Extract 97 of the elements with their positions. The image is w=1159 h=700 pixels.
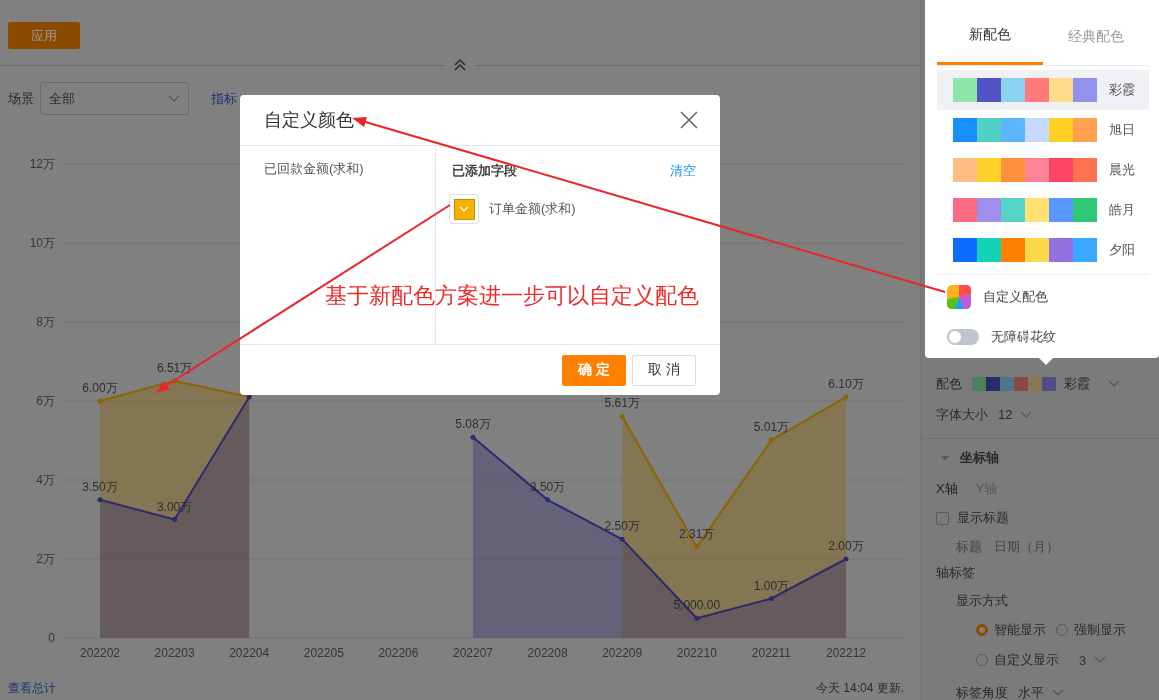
cancel-button[interactable]: 取 消 — [632, 354, 696, 386]
added-field-label: 订单金额(求和) — [489, 200, 576, 218]
data-label: 6.10万 — [828, 377, 864, 392]
palette-option[interactable]: 晨光 — [937, 150, 1149, 190]
confirm-button[interactable]: 确 定 — [562, 354, 626, 386]
x-tick-label: 202205 — [303, 646, 344, 660]
data-label: 2.50万 — [604, 519, 640, 534]
data-point — [843, 394, 849, 400]
palette-option[interactable]: 皓月 — [937, 190, 1149, 230]
close-icon[interactable] — [680, 111, 698, 129]
count-select[interactable]: 3 — [1079, 652, 1107, 668]
section-title: 坐标轴 — [960, 449, 999, 467]
y-tick-label: 2万 — [36, 552, 55, 566]
y-tick-label: 0 — [48, 631, 55, 645]
palette-name: 旭日 — [1109, 121, 1135, 139]
axis-tab[interactable]: X轴 — [936, 480, 958, 498]
scene-select[interactable]: 全部 — [40, 82, 189, 115]
data-point — [694, 544, 700, 550]
checkbox[interactable] — [936, 511, 949, 525]
data-point — [619, 536, 625, 542]
y-tick-label: 6万 — [36, 394, 55, 408]
data-point — [545, 497, 551, 503]
dialog-title: 自定义颜色 — [264, 109, 354, 132]
palette-name: 夕阳 — [1109, 241, 1135, 259]
chevron-down-icon — [168, 94, 180, 103]
palette-name: 晨光 — [1109, 161, 1135, 179]
caret-icon[interactable] — [940, 454, 950, 462]
font-size-label: 字体大小 — [936, 405, 988, 424]
font-size-select[interactable]: 12 — [998, 407, 1033, 422]
data-label: 2.00万 — [828, 539, 864, 553]
label-angle-select[interactable]: 水平 — [1018, 683, 1064, 700]
x-tick-label: 202212 — [826, 646, 866, 660]
update-time: 今天 14:04 更新. — [815, 680, 904, 697]
data-point — [172, 378, 178, 384]
chevron-down-icon — [1052, 688, 1064, 697]
view-total-link[interactable]: 查看总计 — [8, 680, 56, 700]
chevron-down-icon — [1020, 410, 1033, 419]
data-label: 1.00万 — [753, 578, 790, 593]
radio-label: 自定义显示 — [994, 651, 1059, 669]
label-angle-label: 标签角度 — [956, 683, 1008, 700]
palette-option[interactable]: 夕阳 — [937, 230, 1149, 270]
data-label: 3.50万 — [82, 479, 118, 494]
x-tick-label: 202203 — [154, 646, 195, 660]
clear-link[interactable]: 清空 — [670, 162, 696, 180]
palette-name: 彩霞 — [1109, 81, 1135, 99]
x-tick-label: 202207 — [453, 646, 493, 660]
axis-labels-title: 轴标签 — [936, 564, 976, 582]
palette-select[interactable]: 彩霞 — [972, 374, 1120, 393]
checkbox-label: 显示标题 — [957, 509, 1009, 527]
radio-button[interactable] — [976, 624, 988, 636]
custom-scheme-option[interactable]: 自定义配色 — [983, 288, 1048, 306]
data-label: 5.08万 — [455, 417, 491, 432]
toggle-label: 无障碍花纹 — [991, 328, 1056, 346]
color-wheel-icon[interactable] — [947, 285, 971, 309]
palette-option[interactable]: 旭日 — [937, 110, 1149, 150]
data-point — [619, 413, 625, 419]
chevron-down-icon — [1108, 379, 1120, 388]
radio-label: 智能显示 — [994, 621, 1046, 639]
y-tick-label: 8万 — [36, 315, 55, 329]
data-point — [97, 398, 103, 404]
palette-label: 配色 — [936, 374, 962, 393]
data-label: 6.00万 — [82, 381, 118, 395]
metric-link[interactable]: 指标 — [211, 89, 237, 108]
data-point — [97, 497, 103, 503]
display-mode-label: 显示方式 — [955, 592, 1009, 610]
palette-name: 皓月 — [1109, 201, 1135, 219]
scheme-tab[interactable]: 新配色 — [937, 0, 1043, 65]
toggle-switch[interactable] — [947, 329, 979, 345]
palette-option[interactable]: 彩霞 — [937, 70, 1149, 110]
scene-label: 场景 — [8, 89, 34, 108]
data-label: 3.00万 — [156, 499, 193, 514]
data-label: 6.51万 — [156, 360, 193, 375]
data-point — [843, 556, 849, 562]
data-point — [768, 437, 774, 443]
field-item[interactable]: 已回款金额(求和) — [264, 161, 364, 176]
annotation-text: 基于新配色方案进一步可以自定义配色 — [325, 282, 699, 310]
y-tick-label: 12万 — [29, 157, 55, 171]
data-point — [768, 596, 774, 601]
x-tick-label: 202202 — [80, 646, 120, 660]
apply-button[interactable]: 应用 — [8, 22, 80, 49]
x-tick-label: 202204 — [229, 646, 270, 660]
data-label: 5.61万 — [604, 396, 640, 411]
x-tick-label: 202209 — [602, 646, 643, 660]
data-point — [694, 615, 700, 621]
data-label: 5.01万 — [753, 420, 790, 435]
x-tick-label: 202208 — [527, 646, 568, 660]
data-point — [470, 434, 476, 440]
radio-label: 强制显示 — [1074, 621, 1126, 639]
y-tick-label: 4万 — [36, 473, 55, 487]
x-tick-label: 202210 — [676, 646, 717, 660]
x-tick-label: 202206 — [378, 646, 419, 660]
chevron-down-icon — [1094, 656, 1107, 664]
y-tick-label: 10万 — [29, 236, 55, 250]
double-chevron-up-icon[interactable] — [453, 59, 467, 71]
scheme-tab[interactable]: 经典配色 — [1043, 0, 1149, 65]
x-tick-label: 202211 — [751, 646, 791, 660]
data-point — [172, 517, 178, 522]
